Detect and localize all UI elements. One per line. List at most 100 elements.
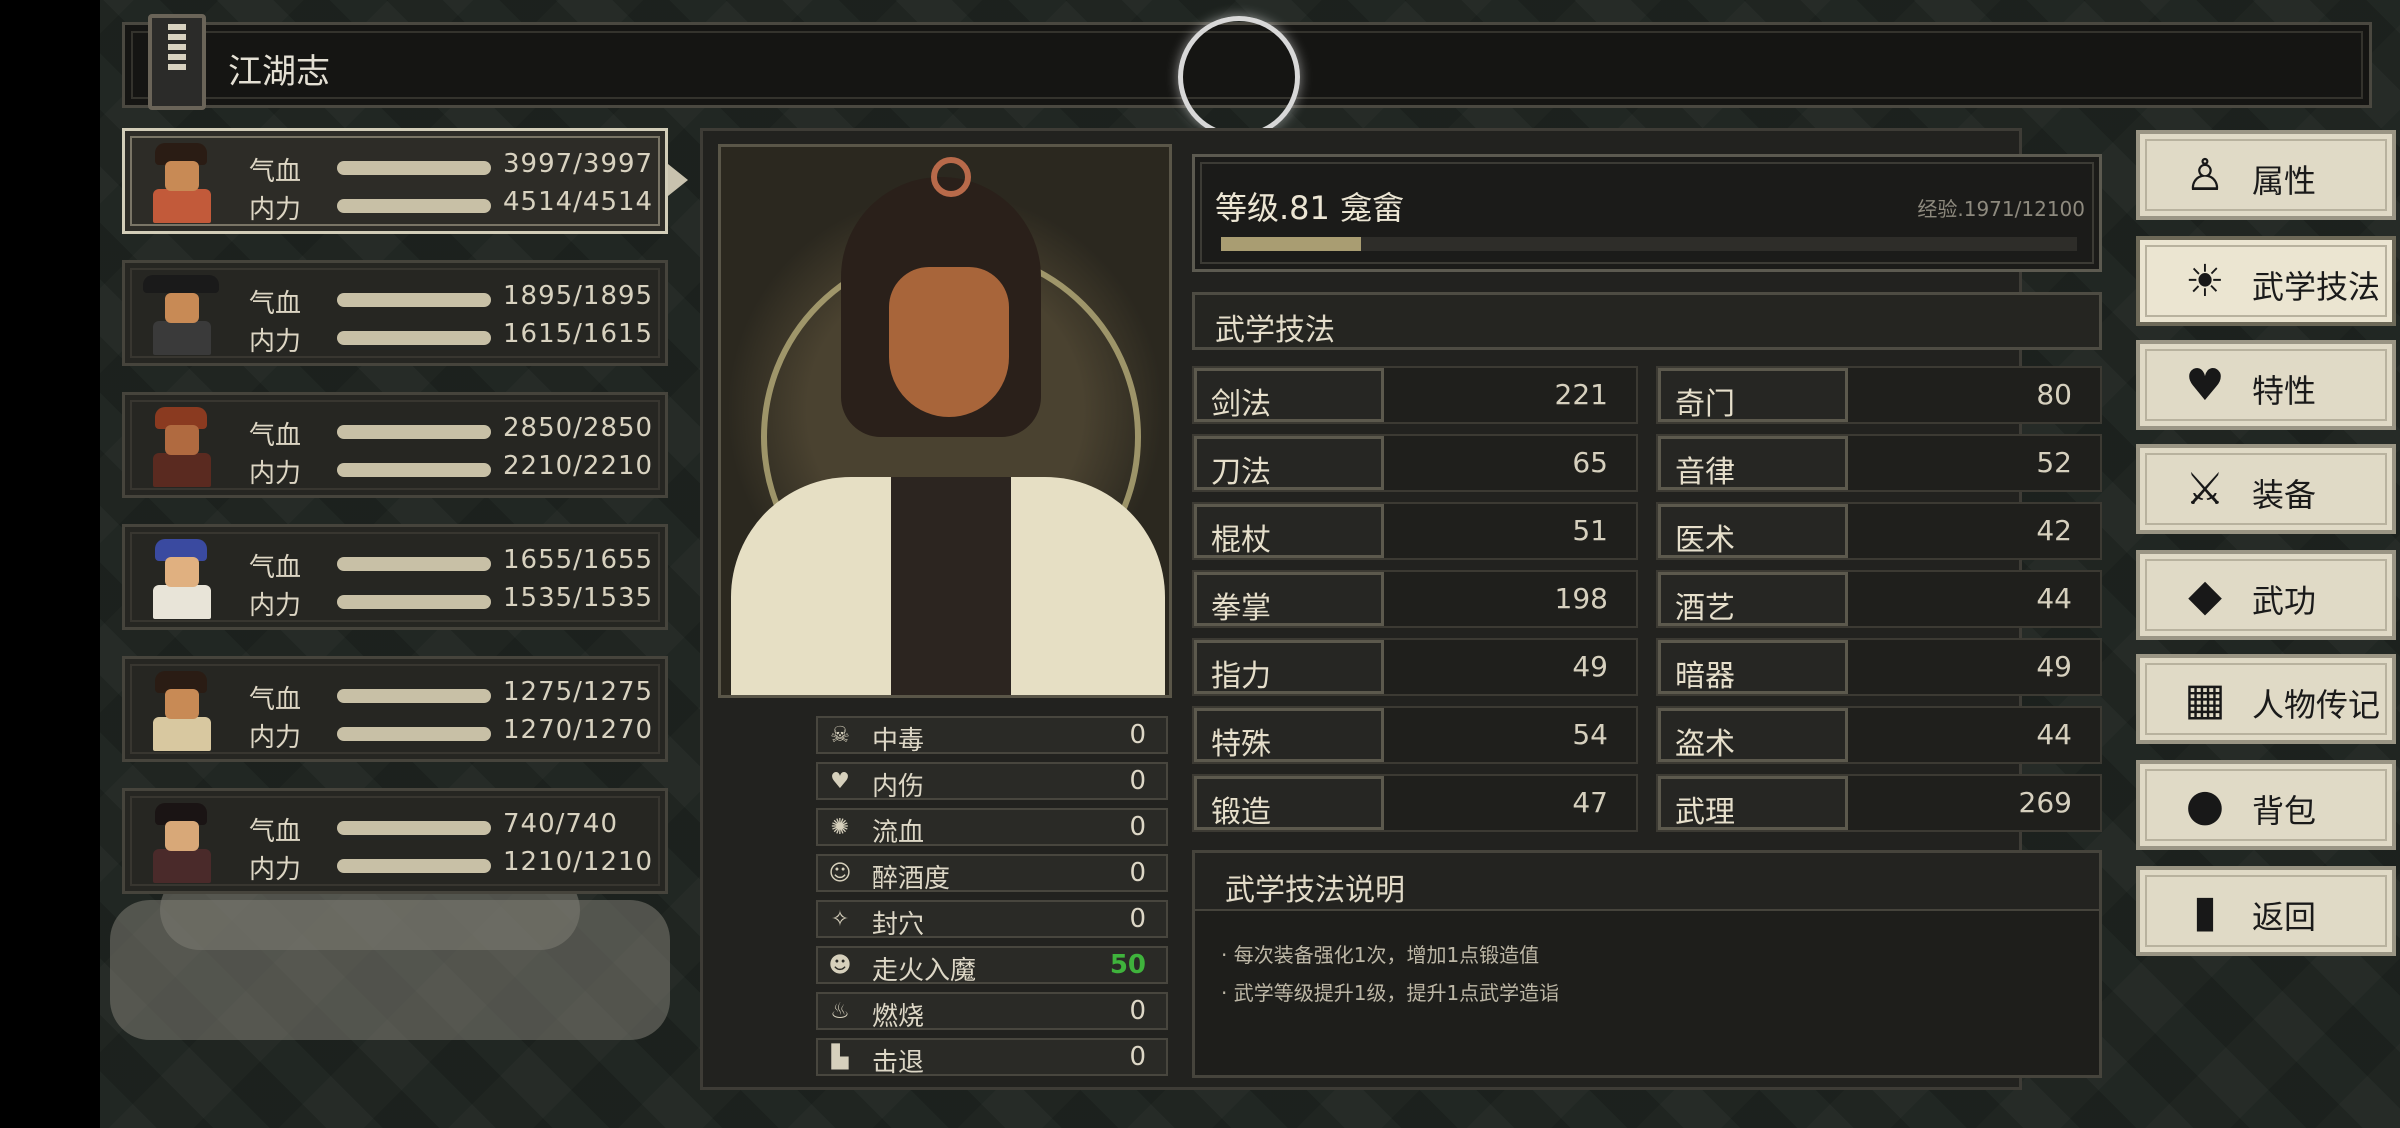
loading-ring-icon: [1178, 16, 1300, 138]
party-member-card[interactable]: 气血 3997/3997 内力 4514/4514: [122, 128, 668, 234]
mp-bar: [337, 859, 491, 873]
character-avatar: [137, 271, 225, 359]
mp-label: 内力: [249, 723, 302, 753]
hp-value: 2850/2850: [503, 413, 654, 443]
person-heart-icon: ♥: [2185, 360, 2225, 411]
bag-icon: ●: [2185, 780, 2225, 831]
hp-bar: [337, 821, 491, 835]
mp-label: 内力: [249, 855, 302, 885]
skill-row: 特殊 54: [1192, 706, 1638, 764]
hp-label: 气血: [249, 817, 302, 847]
hp-value: 740/740: [503, 809, 619, 839]
hp-bar: [337, 161, 491, 175]
hp-bar: [337, 293, 491, 307]
scroll-icon: ▦: [2184, 674, 2226, 725]
menu-biography-button[interactable]: ▦ 人物传记: [2136, 654, 2396, 744]
mp-bar: [337, 331, 491, 345]
description-line: · 每次装备强化1次，增加1点锻造值: [1221, 943, 1540, 967]
party-member-card[interactable]: 气血 1275/1275 内力 1270/1270: [122, 656, 668, 762]
character-portrait: [718, 144, 1172, 698]
character-avatar: [137, 139, 225, 227]
broken-heart-icon: ♥: [830, 769, 850, 794]
party-member-card[interactable]: 气血 1655/1655 内力 1535/1535: [122, 524, 668, 630]
hp-label: 气血: [249, 685, 302, 715]
journal-book-icon: [148, 14, 206, 110]
book-icon: ◆: [2188, 570, 2222, 621]
hp-bar: [337, 689, 491, 703]
mp-bar: [337, 727, 491, 741]
description-line: · 武学等级提升1级，提升1点武学造诣: [1221, 981, 1560, 1005]
skill-row: 盗术 44: [1656, 706, 2102, 764]
person-sparkle-icon: ☀: [2185, 256, 2225, 307]
skill-row: 奇门 80: [1656, 366, 2102, 424]
mp-label: 内力: [249, 195, 302, 225]
mp-label: 内力: [249, 459, 302, 489]
party-member-card[interactable]: 气血 2850/2850 内力 2210/2210: [122, 392, 668, 498]
skills-description-panel: 武学技法说明 · 每次装备强化1次，增加1点锻造值 · 武学等级提升1级，提升1…: [1192, 850, 2102, 1078]
hp-label: 气血: [249, 553, 302, 583]
skill-row: 剑法 221: [1192, 366, 1638, 424]
skill-row: 锻造 47: [1192, 774, 1638, 832]
person-icon: ♙: [2185, 150, 2225, 201]
hp-value: 1275/1275: [503, 677, 654, 707]
menu-traits-button[interactable]: ♥ 特性: [2136, 340, 2396, 430]
mp-value: 1615/1615: [503, 319, 654, 349]
skill-row: 棍杖 51: [1192, 502, 1638, 560]
menu-attributes-button[interactable]: ♙ 属性: [2136, 130, 2396, 220]
hp-value: 1895/1895: [503, 281, 654, 311]
hp-bar: [337, 425, 491, 439]
mp-value: 1535/1535: [503, 583, 654, 613]
hp-value: 3997/3997: [503, 149, 654, 179]
boot-icon: ▙: [831, 1045, 849, 1070]
acupoint-icon: ✧: [830, 907, 850, 932]
mp-bar: [337, 595, 491, 609]
experience-label: 经验.1971/12100: [1917, 197, 2085, 221]
status-row-bleeding: ✺ 流血 0: [816, 808, 1168, 848]
hp-value: 1655/1655: [503, 545, 654, 575]
status-row-sealed-acupoint: ✧ 封穴 0: [816, 900, 1168, 940]
drunk-face-icon: ☺: [828, 861, 852, 886]
skill-row: 武理 269: [1656, 774, 2102, 832]
hp-bar: [337, 557, 491, 571]
mp-value: 2210/2210: [503, 451, 654, 481]
status-row-qi-deviation: ☻ 走火入魔 50: [816, 946, 1168, 986]
skill-row: 医术 42: [1656, 502, 2102, 560]
character-avatar: [137, 403, 225, 491]
mp-value: 1210/1210: [503, 847, 654, 877]
window-title: 江湖志: [228, 52, 330, 92]
status-row-knockback: ▙ 击退 0: [816, 1038, 1168, 1078]
hp-label: 气血: [249, 421, 302, 451]
status-row-internal-injury: ♥ 内伤 0: [816, 762, 1168, 802]
mp-label: 内力: [249, 327, 302, 357]
skill-row: 刀法 65: [1192, 434, 1638, 492]
hp-label: 气血: [249, 289, 302, 319]
party-member-card[interactable]: 气血 1895/1895 内力 1615/1615: [122, 260, 668, 366]
door-icon: ▮: [2192, 886, 2218, 937]
mp-value: 4514/4514: [503, 187, 654, 217]
menu-martial-arts-button[interactable]: ◆ 武功: [2136, 550, 2396, 640]
level-label: 等级.81 龛畲: [1215, 189, 1405, 227]
selection-arrow-icon: [668, 164, 688, 196]
sword-icon: ⚔: [2185, 464, 2225, 515]
status-row-burning: ♨ 燃烧 0: [816, 992, 1168, 1032]
game-screen: 江湖志 气血 3997/3997 内力 4514/4514 气血 1895/18…: [100, 0, 2400, 1128]
character-avatar: [137, 667, 225, 755]
skill-row: 暗器 49: [1656, 638, 2102, 696]
menu-backpack-button[interactable]: ● 背包: [2136, 760, 2396, 850]
character-avatar: [137, 799, 225, 887]
party-member-card[interactable]: 气血 740/740 内力 1210/1210: [122, 788, 668, 894]
menu-equipment-button[interactable]: ⚔ 装备: [2136, 444, 2396, 534]
menu-return-button[interactable]: ▮ 返回: [2136, 866, 2396, 956]
mp-value: 1270/1270: [503, 715, 654, 745]
experience-bar: [1221, 237, 2077, 251]
menu-martial-skills-button[interactable]: ☀ 武学技法: [2136, 236, 2396, 326]
demon-face-icon: ☻: [828, 953, 852, 978]
blood-drop-icon: ✺: [830, 815, 850, 840]
mp-bar: [337, 463, 491, 477]
skull-icon: ☠: [830, 723, 850, 748]
status-row-poison: ☠ 中毒 0: [816, 716, 1168, 756]
character-avatar: [137, 535, 225, 623]
skills-section-header: 武学技法: [1192, 292, 2102, 350]
skill-row: 音律 52: [1656, 434, 2102, 492]
skill-row: 酒艺 44: [1656, 570, 2102, 628]
